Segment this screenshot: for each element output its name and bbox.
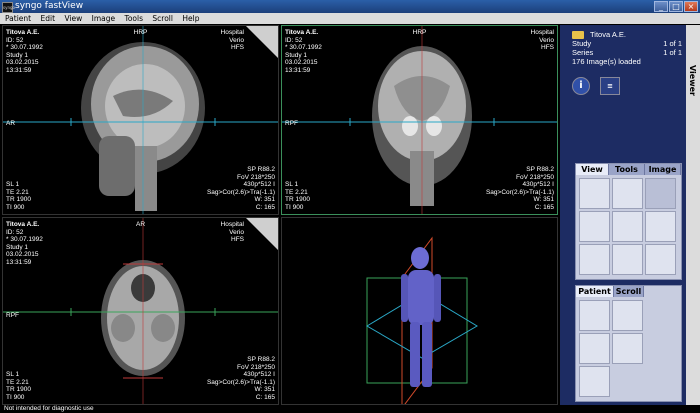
menu-help[interactable]: Help [182,14,199,23]
body-3d-model [366,236,478,404]
menu-bar: Patient Edit View Image Tools Scroll Hel… [0,13,700,24]
series-label: Series [572,48,594,57]
viewport-coronal[interactable]: Titova A.E. ID: 52 * 30.07.1992 Study 1 03.0… [281,25,558,215]
title-bar: syngo syngo fastView _ □ × [0,0,700,13]
study-label: Study [572,39,592,48]
menu-tools[interactable]: Tools [125,14,143,23]
open-folder-icon[interactable] [612,300,643,331]
loaded-count: 176 Image(s) loaded [572,57,641,66]
orientation-top: AR [135,221,146,228]
hospital-overlay: Hospital Verio HFS [220,221,244,243]
patient-overlay: Titova A.E. ID: 52 * 30.07.1992 Study 1 03.0… [285,29,322,74]
list-icon[interactable]: ≡ [600,77,620,95]
window-title: syngo fastView [15,1,84,11]
viewer-tab-label: Viewer [688,65,697,96]
menu-image[interactable]: Image [92,14,116,23]
patient-overlay: Titova A.E. ID: 52 * 30.07.1992 Study 1 03.0… [6,29,43,74]
layout-multi-head-icon[interactable] [612,178,643,209]
orientation-left: AR [6,120,16,127]
layout-1x1-head-icon[interactable] [579,178,610,209]
viewer-side-tab[interactable]: Viewer [686,25,700,405]
save-image-icon[interactable] [579,366,610,397]
menu-patient[interactable]: Patient [5,14,31,23]
viewport-corner-fold[interactable] [246,218,278,250]
patient-name: Titova A.E. [590,30,626,39]
menu-edit[interactable]: Edit [41,14,56,23]
maximize-button[interactable]: □ [669,1,683,12]
geometry-overlay: SP R88.2 FoV 218*250 430p*512 I Sag>Cor(2.6… [485,166,554,211]
geometry-overlay: SP R88.2 FoV 218*250 430p*512 I Sag>Cor(2.6… [206,356,275,401]
sequence-overlay: SL 1 TE 2.21 TR 1900 TI 900 [6,371,31,401]
status-bar: Not intended for diagnostic use [0,405,700,413]
orientation-left: RPF [6,312,19,319]
control-sidebar: Titova A.E. Study 1 of 1 Series 1 of 1 176… [560,25,686,405]
export-icon[interactable] [612,333,643,364]
study-count: 1 of 1 [663,39,682,48]
patient-scroll-panel: Patient Scroll [575,285,682,402]
3d-cube-icon[interactable] [645,178,676,209]
menu-view[interactable]: View [64,14,82,23]
app-icon: syngo [2,2,15,13]
patient-info: Titova A.E. Study 1 of 1 Series 1 of 1 176… [572,30,682,66]
orientation-top: HRP [133,29,148,36]
hospital-overlay: Hospital Verio HFS [220,29,244,51]
viewport-3d-localizer[interactable] [281,217,558,405]
close-button[interactable]: × [684,1,698,12]
geometry-overlay: SP R88.2 FoV 218*250 430p*512 I Sag>Cor(2.6… [206,166,275,211]
sequence-overlay: SL 1 TE 2.21 TR 1900 TI 900 [285,181,310,211]
minimize-button[interactable]: _ [654,1,668,12]
layout-2x2-icon[interactable] [579,244,610,275]
sequence-overlay: SL 1 TE 2.21 TR 1900 TI 900 [6,181,31,211]
tab-view[interactable]: View [576,164,609,175]
view-tools-panel: View Tools Image [575,163,682,280]
layout-3x3-icon[interactable] [612,244,643,275]
image-viewer: Titova A.E. ID: 52 * 30.07.1992 Study 1 03.0… [2,25,558,405]
viewport-axial[interactable]: Titova A.E. ID: 52 * 30.07.1992 Study 1 03.0… [2,217,279,405]
orientation-top: HRP [412,29,427,36]
patient-list-icon[interactable] [579,300,610,331]
histogram-icon[interactable] [645,244,676,275]
layout-split-icon[interactable] [612,211,643,242]
tab-image[interactable]: Image [645,164,681,175]
tab-scroll[interactable]: Scroll [614,286,644,297]
patient-browser-icon[interactable] [579,333,610,364]
hospital-overlay: Hospital Verio HFS [530,29,554,51]
orientation-left: RPF [285,120,298,127]
viewport-corner-fold[interactable] [246,26,278,58]
tab-tools[interactable]: Tools [609,164,645,175]
viewport-sagittal[interactable]: Titova A.E. ID: 52 * 30.07.1992 Study 1 03.0… [2,25,279,215]
series-count: 1 of 1 [663,48,682,57]
menu-scroll[interactable]: Scroll [152,14,173,23]
patient-overlay: Titova A.E. ID: 52 * 30.07.1992 Study 1 03.0… [6,221,43,266]
folder-icon [572,31,584,40]
brain-render-icon[interactable] [645,211,676,242]
tab-patient[interactable]: Patient [576,286,614,297]
layout-single-icon[interactable] [579,211,610,242]
info-icon[interactable]: i [572,77,590,95]
